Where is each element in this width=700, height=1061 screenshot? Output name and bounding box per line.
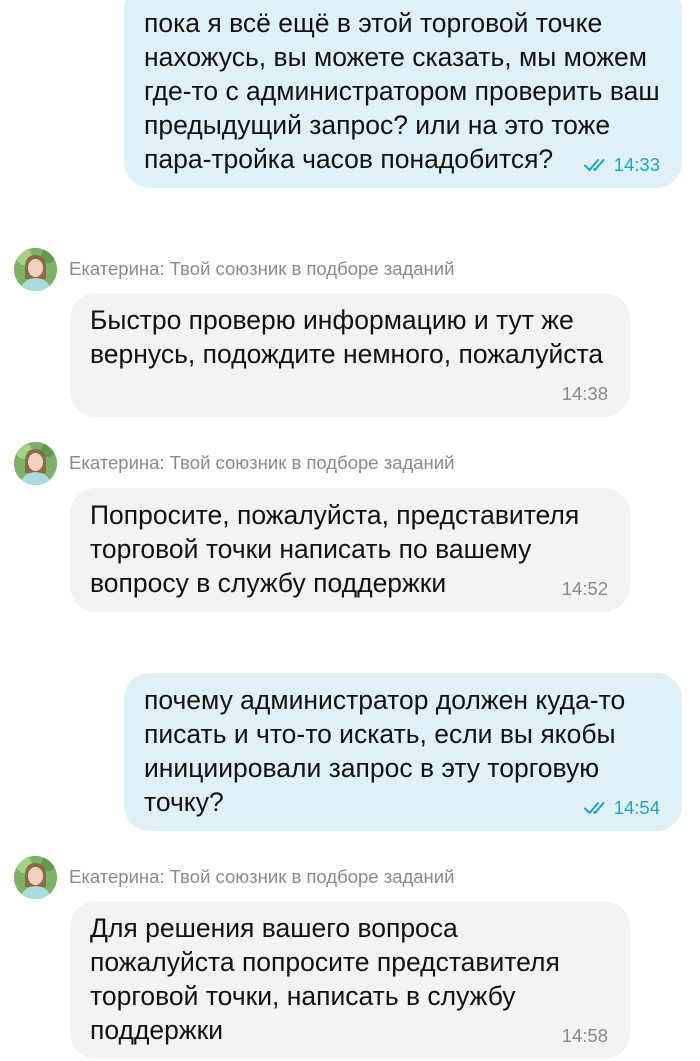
double-check-icon	[583, 159, 605, 171]
avatar[interactable]	[14, 441, 57, 485]
sender-row: Екатерина: Твой союзник в подборе задани…	[14, 855, 454, 899]
outgoing-message-bubble[interactable]: почему администратор должен куда-то писа…	[124, 673, 682, 831]
sender-name[interactable]: Екатерина: Твой союзник в подборе задани…	[69, 258, 454, 280]
message-text: почему администратор должен куда-то писа…	[144, 685, 633, 817]
sender-row: Екатерина: Твой союзник в подборе задани…	[14, 247, 454, 291]
message-text: Попросите, пожалуйста, представителя тор…	[90, 500, 587, 598]
avatar[interactable]	[14, 855, 57, 899]
avatar[interactable]	[14, 247, 57, 291]
message-meta: 14:52	[562, 578, 608, 600]
message-text: пока я всё ещё в этой торговой точке нах…	[144, 8, 667, 174]
message-time: 14:38	[561, 383, 608, 404]
sender-row: Екатерина: Твой союзник в подборе задани…	[14, 441, 454, 485]
chat-message-list[interactable]: пока я всё ещё в этой торговой точке нах…	[0, 0, 700, 1061]
incoming-message-bubble[interactable]: Для решения вашего вопроса пожалуйста по…	[70, 901, 630, 1059]
incoming-message-bubble[interactable]: Быстро проверю информацию и тут же верну…	[70, 293, 630, 417]
double-check-icon	[583, 802, 605, 814]
message-text: Для решения вашего вопроса пожалуйста по…	[90, 913, 568, 1045]
message-meta: 14:58	[562, 1025, 608, 1047]
sender-name[interactable]: Екатерина: Твой союзник в подборе задани…	[69, 866, 454, 888]
message-time: 14:33	[613, 154, 660, 175]
message-time: 14:58	[561, 1025, 608, 1046]
outgoing-message-bubble[interactable]: пока я всё ещё в этой торговой точке нах…	[124, 0, 682, 188]
sender-name[interactable]: Екатерина: Твой союзник в подборе задани…	[69, 452, 454, 474]
incoming-message-bubble[interactable]: Попросите, пожалуйста, представителя тор…	[70, 488, 630, 612]
message-time: 14:52	[561, 578, 608, 599]
message-time: 14:54	[613, 797, 660, 818]
message-text: Быстро проверю информацию и тут же верну…	[90, 305, 604, 369]
message-meta: 14:38	[562, 383, 608, 405]
message-meta: 14:33	[583, 154, 660, 176]
message-meta: 14:54	[583, 797, 660, 819]
